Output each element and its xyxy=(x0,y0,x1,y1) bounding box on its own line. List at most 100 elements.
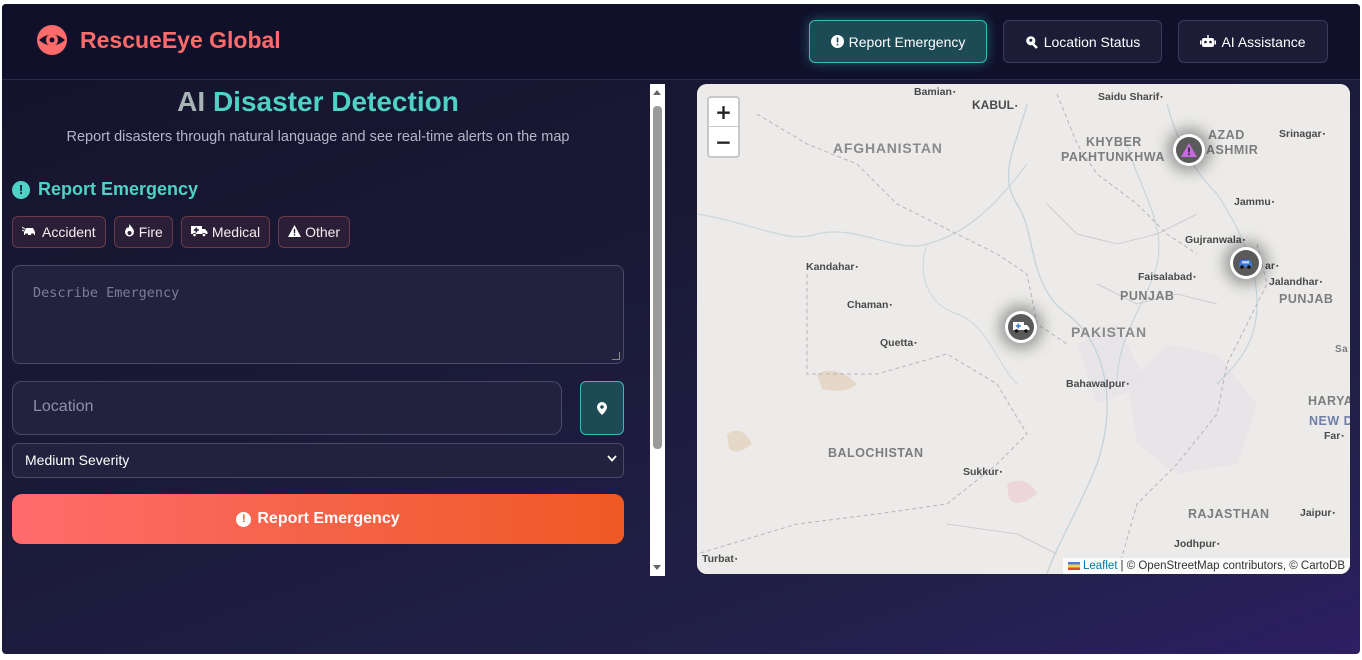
page-subtitle: Report disasters through natural languag… xyxy=(66,129,570,145)
map-label-region: BALOCHISTAN xyxy=(828,446,924,460)
resize-handle[interactable] xyxy=(612,352,620,360)
scroll-down-arrow-icon[interactable] xyxy=(653,565,661,570)
panel-scrollbar[interactable] xyxy=(650,84,665,576)
page-title-ai: AI xyxy=(177,86,206,117)
location-placeholder: Location xyxy=(33,398,94,415)
map-label-region: AZAD xyxy=(1208,128,1245,142)
zoom-control: + − xyxy=(707,96,740,158)
exclamation-circle-icon xyxy=(830,35,844,48)
map-label-city: Gujranwala xyxy=(1185,234,1245,246)
map-label-city: Bamian xyxy=(914,86,955,98)
incident-marker-other[interactable] xyxy=(1173,134,1205,166)
map-label-region: Sa xyxy=(1335,344,1349,355)
leaflet-link[interactable]: Leaflet xyxy=(1083,560,1118,572)
search-location-icon xyxy=(1025,35,1039,49)
marker-inner xyxy=(1176,137,1202,163)
map-label-country: PAKISTAN xyxy=(1071,324,1147,340)
map-label-city: Saidu Sharif xyxy=(1098,91,1163,103)
map-label-region: PUNJAB xyxy=(1120,289,1175,303)
brand-logo[interactable]: RescueEye Global xyxy=(32,24,281,56)
nav-report-emergency-label: Report Emergency xyxy=(848,33,966,50)
section-title: Report Emergency xyxy=(38,179,199,199)
map-label-city: Kandahar xyxy=(806,261,858,273)
page-title: AI Disaster Detection xyxy=(2,86,634,118)
map-label-region: HARYAN xyxy=(1308,394,1350,408)
map-label-city: Far xyxy=(1324,430,1344,442)
fire-icon xyxy=(124,224,135,240)
submit-report-label: Report Emergency xyxy=(257,510,400,527)
map-label-city: Turbat xyxy=(702,553,737,565)
ambulance-icon xyxy=(190,225,208,240)
warning-icon xyxy=(1181,143,1197,157)
map-label-city: Quetta xyxy=(880,337,917,349)
get-location-button[interactable] xyxy=(580,381,624,435)
map-label-city: Sukkur xyxy=(963,466,1002,478)
exclamation-circle-icon: ! xyxy=(12,180,30,199)
zoom-out-button[interactable]: − xyxy=(709,127,738,156)
nav-location-status[interactable]: Location Status xyxy=(1003,20,1162,63)
map-pin-icon xyxy=(597,401,607,415)
nav-report-emergency[interactable]: Report Emergency xyxy=(809,20,987,63)
map-label-city: Faisalabad xyxy=(1138,271,1196,283)
chip-fire[interactable]: Fire xyxy=(113,216,173,248)
chip-other[interactable]: Other xyxy=(278,216,351,248)
scroll-up-arrow-icon[interactable] xyxy=(653,90,661,95)
header: RescueEye Global Report Emergency Locati… xyxy=(2,4,1360,80)
nav-location-status-label: Location Status xyxy=(1043,33,1141,50)
description-textarea[interactable]: Describe Emergency xyxy=(12,265,624,364)
marker-inner xyxy=(1008,314,1034,340)
car-crash-icon xyxy=(21,225,38,240)
incident-marker-accident[interactable] xyxy=(1230,247,1262,279)
map-label-region: PUNJAB xyxy=(1279,292,1334,306)
ukraine-flag-icon xyxy=(1067,562,1080,570)
map-label-city: Jammu xyxy=(1234,196,1274,208)
attribution-text: | © OpenStreetMap contributors, © CartoD… xyxy=(1120,560,1345,572)
map-label-region: PAKHTUNKHWA xyxy=(1061,150,1165,164)
map-label-city: Srinagar xyxy=(1279,128,1325,140)
submit-report-button[interactable]: ! Report Emergency xyxy=(12,494,624,544)
page-title-rest: Disaster Detection xyxy=(212,86,459,117)
brand-name: RescueEye Global xyxy=(80,26,281,53)
app-window: RescueEye Global Report Emergency Locati… xyxy=(2,4,1360,654)
chip-fire-label: Fire xyxy=(138,224,163,240)
map-label-city: Chaman xyxy=(847,299,892,311)
car-icon xyxy=(1239,259,1252,269)
marker-inner xyxy=(1233,250,1259,276)
eye-icon xyxy=(37,25,67,55)
robot-icon xyxy=(1200,35,1217,48)
zoom-in-button[interactable]: + xyxy=(709,98,738,127)
emergency-type-chips: Accident Fire Medical Other xyxy=(12,216,351,248)
chip-other-label: Other xyxy=(305,224,341,240)
section-report-emergency: ! Report Emergency xyxy=(12,179,198,200)
map-label-region: NEW D xyxy=(1309,414,1350,428)
ambulance-icon xyxy=(1012,322,1029,333)
exclamation-circle-icon: ! xyxy=(236,511,252,527)
map-attribution: Leaflet | © OpenStreetMap contributors, … xyxy=(1062,558,1350,574)
map-label-region: ASHMIR xyxy=(1206,143,1259,157)
chip-medical-label: Medical xyxy=(211,224,261,240)
chip-medical[interactable]: Medical xyxy=(180,216,271,248)
map-label-country: AFGHANISTAN xyxy=(833,140,943,156)
chip-accident-label: Accident xyxy=(42,224,96,240)
map-label-city: Jodhpur xyxy=(1174,538,1219,550)
scrollbar-thumb[interactable] xyxy=(653,106,662,449)
map-label-city: Jalandhar xyxy=(1269,276,1322,288)
nav-ai-assistance-label: AI Assistance xyxy=(1221,33,1306,50)
description-placeholder: Describe Emergency xyxy=(33,285,180,301)
chip-accident[interactable]: Accident xyxy=(12,216,106,248)
map-label-city: Jaipur xyxy=(1300,507,1335,519)
location-input[interactable]: Location xyxy=(12,381,562,435)
map-label-city: ar xyxy=(1265,260,1278,272)
incident-marker-medical[interactable] xyxy=(1005,311,1037,343)
map-label-city: KABUL xyxy=(972,98,1017,112)
map-label-region: RAJASTHAN xyxy=(1188,507,1270,521)
map-label-city: Bahawalpur xyxy=(1066,378,1129,390)
severity-select[interactable]: Medium Severity xyxy=(12,443,624,478)
map-view[interactable]: + − Bamian KABUL Saidu Sharif Srinagar J… xyxy=(697,84,1350,574)
warning-icon xyxy=(288,224,302,240)
nav-ai-assistance[interactable]: AI Assistance xyxy=(1178,20,1328,63)
map-label-region: KHYBER xyxy=(1086,135,1142,149)
report-panel: AI Disaster Detection Report disasters t… xyxy=(2,82,666,576)
severity-value: Medium Severity xyxy=(25,452,130,468)
chevron-down-icon xyxy=(607,453,617,465)
